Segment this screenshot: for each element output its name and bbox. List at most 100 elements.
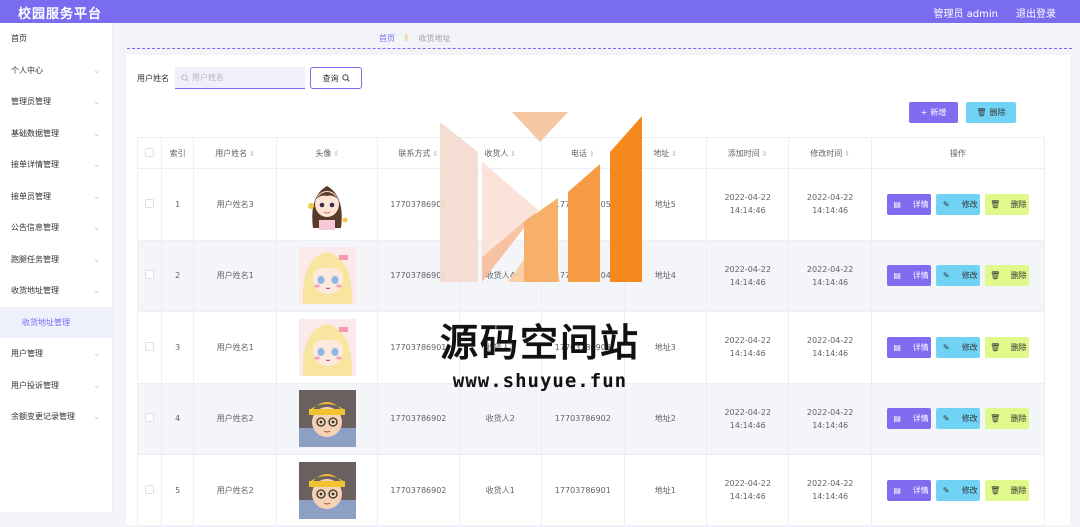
receiver-cell: 收货人3 (458, 311, 543, 384)
sort-icon[interactable]: ⇕ (432, 150, 438, 158)
table-row: 4 用户姓名2 17703786902 收货人2 17703786902 地址2 2022-… (136, 382, 1046, 455)
edit-button[interactable]: ✎ 修改 (935, 479, 980, 501)
row-checkbox[interactable] (145, 198, 155, 208)
delete-button[interactable]: 🗑 删除 (984, 408, 1029, 430)
sidebar-item[interactable]: 收货地址管理 (0, 306, 112, 338)
sidebar-item[interactable]: 管理员管理 ⌄ (0, 86, 112, 118)
sidebar-item[interactable]: 收货地址管理 ⌄ (0, 275, 112, 307)
avatar-cell (276, 168, 379, 241)
contact: 17703786901 (390, 342, 447, 352)
edit-label: 修改 (961, 199, 978, 209)
column-header[interactable]: 修改时间 ⇕ (788, 137, 872, 169)
contact-cell: 17703786902 (377, 168, 460, 241)
edit-button[interactable]: ✎ 修改 (935, 265, 980, 287)
column-header-label: 电话 (570, 148, 587, 158)
contact-cell: 17703786902 (377, 454, 460, 527)
delete-label: 删除 (1010, 271, 1027, 281)
main-content: 首页 ✌ 收货地址 用户姓名 用户姓名 查询 + 新增 🗑 删除 索引 用户姓名 ⇕… (113, 23, 1080, 527)
column-header[interactable]: 收货人 ⇕ (458, 137, 543, 169)
column-header[interactable]: 头像 ⇕ (276, 137, 379, 169)
edit-button[interactable]: ✎ 修改 (935, 336, 980, 358)
admin-user-label[interactable]: 管理员 admin (933, 5, 998, 20)
sidebar-item[interactable]: 接单详情管理 ⌄ (0, 149, 112, 181)
delete-button[interactable]: 🗑 删除 (984, 336, 1029, 358)
column-header[interactable]: 索引 (161, 137, 194, 169)
address-table: 索引 用户姓名 ⇕ 头像 ⇕ 联系方式 ⇕ 收货人 ⇕ 电话 ⇕ 地址 ⇕ 添加时间 ⇕ 修改时间 ⇕ 操作 1用… (136, 137, 1046, 527)
table-row: 2 用户姓名1 17703786901 收货人4 17703786904 地址4 2022-… (136, 239, 1046, 312)
edit-button[interactable]: ✎ 修改 (935, 193, 980, 215)
delete-label: 删除 (1010, 199, 1027, 209)
sort-icon[interactable]: ⇕ (844, 150, 850, 158)
breadcrumb-home[interactable]: 首页 (379, 33, 395, 44)
column-header[interactable]: 地址 ⇕ (623, 137, 707, 169)
column-header[interactable]: 联系方式 ⇕ (377, 137, 460, 169)
column-header[interactable]: 电话 ⇕ (541, 137, 625, 169)
sort-icon[interactable]: ⇕ (510, 150, 516, 158)
add-button[interactable]: + 新增 (909, 102, 958, 123)
select-all-checkbox[interactable] (145, 147, 155, 157)
delete-button[interactable]: 🗑 删除 (984, 193, 1029, 215)
added-time-cell: 2022-04-22 14:14:46 (705, 382, 790, 455)
sidebar-item[interactable]: 基础数据管理 ⌄ (0, 118, 112, 150)
table-row: 3 用户姓名1 17703786901 收货人3 17703786903 地址3 2022-… (136, 311, 1046, 384)
row-checkbox[interactable] (145, 341, 155, 351)
edit-button[interactable]: ✎ 修改 (935, 408, 980, 430)
logout-button[interactable]: 退出登录 (1016, 5, 1056, 20)
hand-icon: ✌ (403, 33, 411, 44)
sidebar-item[interactable]: 用户投诉管理 ⌄ (0, 370, 112, 402)
column-header-label: 头像 (315, 148, 332, 158)
detail-button[interactable]: ▤ 详情 (886, 408, 931, 430)
avatar-cell (276, 239, 379, 312)
column-header[interactable]: 添加时间 ⇕ (705, 137, 790, 169)
table-row: 1 用户姓名3 17703786902 收货人5 17703786905 地址5 2022-… (136, 168, 1046, 241)
sort-icon[interactable]: ⇕ (589, 150, 595, 158)
sidebar-item[interactable]: 余额变更记录管理 ⌄ (0, 401, 112, 433)
batch-delete-button[interactable]: 🗑 删除 (966, 102, 1016, 123)
detail-button[interactable]: ▤ 详情 (886, 193, 931, 215)
sidebar-item[interactable]: 跑腿任务管理 ⌄ (0, 244, 112, 276)
plus-icon: + (920, 108, 928, 117)
row-checkbox[interactable] (145, 270, 155, 280)
document-icon: ▤ (893, 485, 901, 495)
sort-icon[interactable]: ⇕ (762, 150, 768, 158)
sidebar-item-label: 个人中心 (11, 65, 43, 75)
modified-time-cell: 2022-04-22 14:14:46 (788, 311, 872, 384)
top-bar: 校园服务平台 管理员 admin 退出登录 (0, 0, 1080, 23)
modified-time: 2022-04-22 14:14:46 (806, 479, 854, 502)
delete-button[interactable]: 🗑 删除 (984, 479, 1029, 501)
actions-cell: ▤ 详情 ✎ 修改 🗑 删除 (870, 382, 1046, 455)
column-header[interactable]: 操作 (870, 137, 1046, 169)
sort-icon[interactable]: ⇕ (671, 150, 677, 158)
sort-icon[interactable]: ⇕ (333, 150, 339, 158)
search-input[interactable]: 用户姓名 (175, 67, 305, 89)
trash-icon: 🗑 (990, 199, 1001, 209)
column-header[interactable]: 用户姓名 ⇕ (192, 137, 278, 169)
address: 地址1 (654, 485, 676, 495)
sidebar-item[interactable]: 个人中心 ⌄ (0, 55, 112, 87)
sidebar-item[interactable]: 用户管理 ⌄ (0, 338, 112, 370)
address: 地址3 (654, 342, 676, 352)
row-checkbox[interactable] (145, 484, 155, 494)
phone: 17703786903 (554, 342, 611, 352)
delete-button[interactable]: 🗑 删除 (984, 265, 1029, 287)
avatar (298, 175, 356, 233)
detail-button[interactable]: ▤ 详情 (886, 336, 931, 358)
user-name-cell: 用户姓名1 (192, 239, 278, 312)
row-checkbox[interactable] (145, 413, 155, 423)
detail-button[interactable]: ▤ 详情 (886, 479, 931, 501)
address-cell: 地址3 (623, 311, 707, 384)
contact: 17703786901 (390, 271, 447, 281)
sidebar-item-label: 首页 (11, 34, 27, 43)
sidebar-item[interactable]: 公告信息管理 ⌄ (0, 212, 112, 244)
column-header-label: 添加时间 (727, 148, 760, 158)
modified-time-cell: 2022-04-22 14:14:46 (788, 239, 872, 312)
sidebar-item[interactable]: 接单员管理 ⌄ (0, 181, 112, 213)
sort-icon[interactable]: ⇕ (249, 150, 255, 158)
avatar-cell (276, 311, 379, 384)
search-button[interactable]: 查询 (310, 67, 362, 89)
sidebar-item[interactable]: 首页 (0, 23, 112, 55)
actions-cell: ▤ 详情 ✎ 修改 🗑 删除 (870, 454, 1046, 527)
modified-time: 2022-04-22 14:14:46 (806, 336, 854, 359)
chevron-down-icon: ⌄ (93, 128, 100, 138)
detail-button[interactable]: ▤ 详情 (886, 265, 931, 287)
